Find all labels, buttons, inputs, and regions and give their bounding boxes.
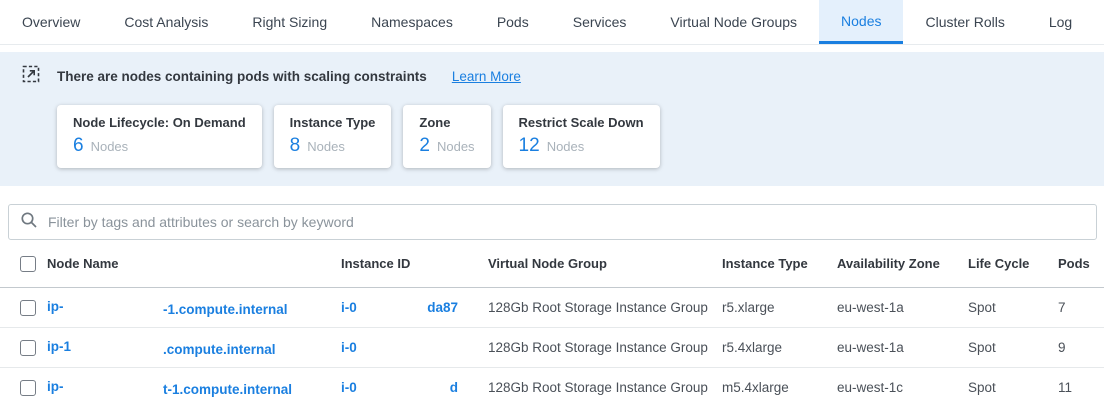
filter-bar <box>8 204 1097 240</box>
card-unit: Nodes <box>91 139 129 154</box>
virtual-node-group-cell: 128Gb Root Storage Instance Group <box>488 380 722 395</box>
learn-more-link[interactable]: Learn More <box>452 69 521 84</box>
row-checkbox[interactable] <box>20 380 36 396</box>
pods-cell: 11 <box>1058 380 1104 395</box>
card-unit: Nodes <box>437 139 475 154</box>
node-name-link[interactable]: ip--1.compute.internal <box>47 299 341 317</box>
card-count: 6 <box>73 135 84 157</box>
table-row: ip-1.compute.internal i-0 128Gb Root Sto… <box>0 328 1104 368</box>
tab-right-sizing[interactable]: Right Sizing <box>230 0 349 44</box>
virtual-node-group-cell: 128Gb Root Storage Instance Group <box>488 340 722 355</box>
row-checkbox[interactable] <box>20 340 36 356</box>
card-title: Restrict Scale Down <box>519 115 644 130</box>
table-row: ip-t-1.compute.internal i-0d 128Gb Root … <box>0 368 1104 404</box>
table-row: ip--1.compute.internal i-0da87 128Gb Roo… <box>0 288 1104 328</box>
pods-cell: 7 <box>1058 300 1104 315</box>
instance-type-cell: r5.4xlarge <box>722 340 837 355</box>
tab-virtual-node-groups[interactable]: Virtual Node Groups <box>648 0 819 44</box>
card-title: Instance Type <box>290 115 376 130</box>
tab-log[interactable]: Log <box>1027 0 1094 44</box>
card-title: Zone <box>419 115 474 130</box>
node-name-link[interactable]: ip-1.compute.internal <box>47 339 341 357</box>
pods-cell: 9 <box>1058 340 1104 355</box>
availability-zone-cell: eu-west-1c <box>837 380 968 395</box>
node-name-link[interactable]: ip-t-1.compute.internal <box>47 379 341 397</box>
instance-id-link[interactable]: i-0d <box>341 380 458 395</box>
card-unit: Nodes <box>547 139 585 154</box>
column-header-availability-zone: Availability Zone <box>837 256 968 271</box>
card-title: Node Lifecycle: On Demand <box>73 115 246 130</box>
tab-nodes[interactable]: Nodes <box>819 0 903 44</box>
availability-zone-cell: eu-west-1a <box>837 300 968 315</box>
tab-pods[interactable]: Pods <box>475 0 551 44</box>
constraint-cards: Node Lifecycle: On Demand 6 Nodes Instan… <box>57 105 1082 168</box>
column-header-virtual-node-group: Virtual Node Group <box>488 256 722 271</box>
card-instance-type[interactable]: Instance Type 8 Nodes <box>274 105 392 168</box>
virtual-node-group-cell: 128Gb Root Storage Instance Group <box>488 300 722 315</box>
scaling-constraints-banner: There are nodes containing pods with sca… <box>0 52 1104 186</box>
filter-input[interactable] <box>48 214 1085 230</box>
card-restrict-scale-down[interactable]: Restrict Scale Down 12 Nodes <box>503 105 660 168</box>
select-all-checkbox[interactable] <box>20 256 36 272</box>
instance-id-link[interactable]: i-0 <box>341 340 458 355</box>
tab-overview[interactable]: Overview <box>0 0 102 44</box>
card-node-lifecycle[interactable]: Node Lifecycle: On Demand 6 Nodes <box>57 105 262 168</box>
life-cycle-cell: Spot <box>968 340 1058 355</box>
table-header-row: Node Name Instance ID Virtual Node Group… <box>0 240 1104 288</box>
tab-bar: Overview Cost Analysis Right Sizing Name… <box>0 0 1104 45</box>
card-count: 8 <box>290 135 301 157</box>
card-count: 12 <box>519 135 540 157</box>
instance-type-cell: m5.4xlarge <box>722 380 837 395</box>
column-header-node-name: Node Name <box>47 256 341 271</box>
instance-id-link[interactable]: i-0da87 <box>341 300 458 315</box>
nodes-table: Node Name Instance ID Virtual Node Group… <box>0 240 1104 404</box>
row-checkbox[interactable] <box>20 300 36 316</box>
availability-zone-cell: eu-west-1a <box>837 340 968 355</box>
card-zone[interactable]: Zone 2 Nodes <box>403 105 490 168</box>
column-header-instance-type: Instance Type <box>722 256 837 271</box>
card-unit: Nodes <box>307 139 345 154</box>
tab-cost-analysis[interactable]: Cost Analysis <box>102 0 230 44</box>
tab-namespaces[interactable]: Namespaces <box>349 0 475 44</box>
life-cycle-cell: Spot <box>968 380 1058 395</box>
tab-services[interactable]: Services <box>551 0 649 44</box>
banner-message: There are nodes containing pods with sca… <box>57 69 427 84</box>
column-header-life-cycle: Life Cycle <box>968 256 1058 271</box>
search-icon <box>20 211 38 234</box>
life-cycle-cell: Spot <box>968 300 1058 315</box>
scaling-constraint-icon <box>22 65 40 88</box>
instance-type-cell: r5.xlarge <box>722 300 837 315</box>
card-count: 2 <box>419 135 430 157</box>
column-header-pods: Pods <box>1058 256 1104 271</box>
tab-cluster-rolls[interactable]: Cluster Rolls <box>903 0 1026 44</box>
column-header-instance-id: Instance ID <box>341 256 488 271</box>
